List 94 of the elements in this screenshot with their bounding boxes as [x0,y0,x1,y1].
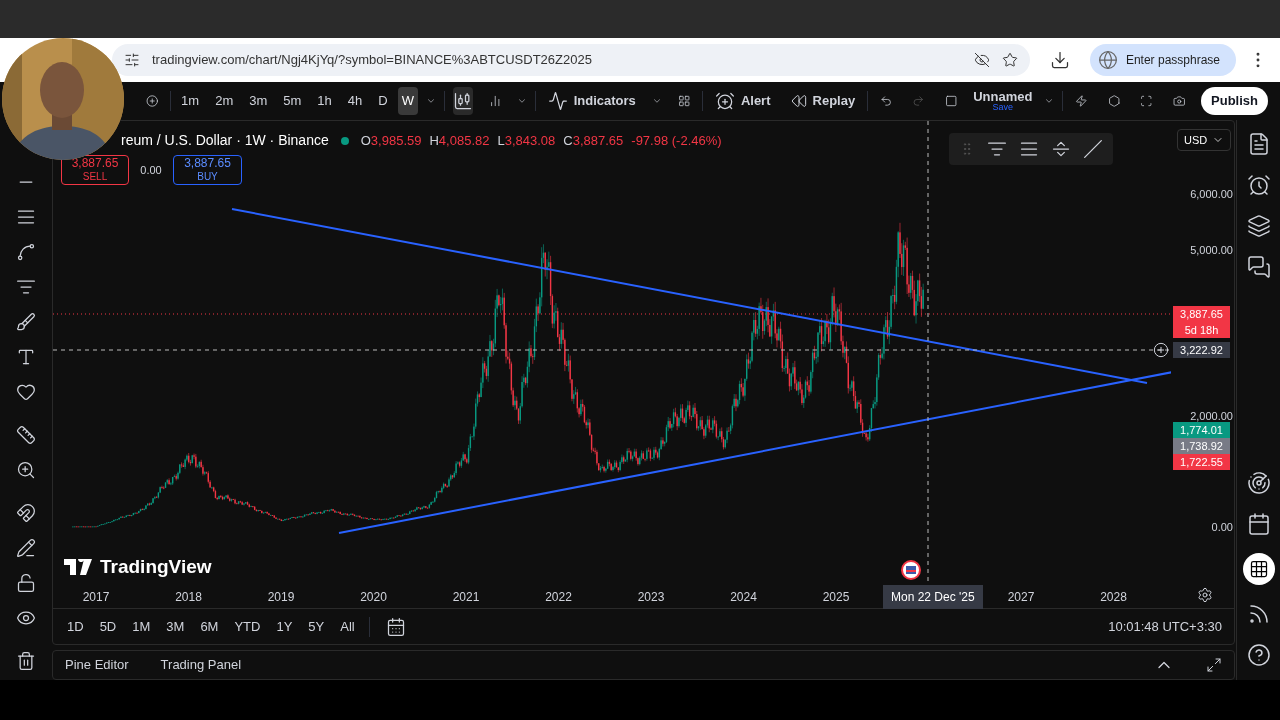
apps-button[interactable] [1242,553,1275,585]
globe-icon [1097,50,1118,70]
pattern-icon[interactable] [16,242,36,262]
trend-line[interactable] [231,208,1148,384]
brush-icon[interactable] [16,312,36,332]
interval-button[interactable]: W [397,87,418,115]
interval-button[interactable]: D [372,87,394,115]
time-label: 2017 [82,589,110,606]
panel-tab[interactable]: Pine Editor [65,655,129,675]
currency-select[interactable]: USD [1177,129,1231,151]
time-label: 2023 [637,589,665,606]
calendar-icon[interactable] [1246,512,1271,536]
pencil-icon[interactable] [16,538,36,558]
indicators-button[interactable]: Indicators [539,91,644,111]
range-button[interactable]: All [334,616,361,637]
bookmark-star-icon[interactable] [1001,52,1018,68]
time-label: 2019 [267,589,295,606]
layers-icon[interactable] [1246,214,1271,238]
trend-line-icon[interactable] [1083,139,1103,159]
time-label: 2028 [1100,589,1127,606]
publish-button[interactable]: Publish [1201,87,1268,115]
change-value: -97.98 (-2.46%) [631,131,722,150]
range-button[interactable]: 1Y [270,616,299,637]
site-settings-icon[interactable] [124,52,140,68]
interval-button[interactable]: 1m [175,87,206,115]
ohlc-value: L3,843.08 [497,131,556,150]
interval-button[interactable]: 1h [311,87,338,115]
maximize-icon[interactable] [1206,657,1222,673]
alarm-clock-icon[interactable] [1246,173,1271,197]
price-badge: 1,774.01 [1173,422,1230,438]
interval-button[interactable]: 4h [341,87,369,115]
spread-value: 0.00 [139,162,163,178]
zoom-in-icon[interactable] [16,460,36,480]
time-label: 2021 [452,589,480,606]
price-badge: 1,738.92 [1173,438,1230,454]
alert-button[interactable]: Alert [706,91,779,111]
eye-off-icon[interactable] [973,52,990,68]
magnet-icon[interactable] [16,503,36,523]
download-icon[interactable] [1049,50,1070,70]
range-button[interactable]: 3M [160,616,191,637]
interval-button[interactable]: 5m [277,87,308,115]
calendar-icon[interactable] [385,616,406,637]
add-alert-icon[interactable] [1153,342,1169,358]
clock-text: 10:01:48 UTC+3:30 [1108,617,1222,636]
range-button[interactable]: 5Y [302,616,331,637]
price-badge: 3,887.65 5d 18h [1173,306,1230,338]
trash-icon[interactable] [16,651,36,671]
heart-icon[interactable] [16,382,36,402]
profile-button[interactable]: Enter passphrase [1089,44,1236,76]
range-button[interactable]: 6M [194,616,225,637]
time-label: 2022 [545,589,572,606]
settings-icon[interactable] [1197,587,1213,603]
ohlc-value: H4,085.82 [429,131,490,150]
text-icon[interactable] [16,347,36,367]
range-button[interactable]: 1D [61,616,90,637]
price-label: 6,000.00 [1189,187,1233,201]
price-label: 2,000.00 [1189,409,1233,423]
tradingview-logo-icon [64,559,94,576]
ruler-icon[interactable] [16,425,36,445]
ohlc-value: O3,985.59 [360,131,422,150]
price-label: 0.00 [1210,520,1233,534]
crosshair-time-label: Mon 22 Dec '25 [883,585,983,609]
unlock-icon[interactable] [16,573,36,593]
replay-button[interactable]: Replay [782,91,864,111]
url-text: tradingview.com/chart/Ngj4KjYq/?symbol=BINANCE%3ABTCUSDT26Z2025 [152,51,593,70]
buy-button[interactable]: 3,887.65 BUY [173,155,242,185]
grid-icon [1248,559,1269,579]
trend-line[interactable] [338,371,1171,534]
symbol-title[interactable]: reum / U.S. Dollar · 1W · Binance [121,130,329,151]
rewind-icon [790,93,807,109]
help-icon[interactable] [1246,643,1271,667]
alarm-clock-icon [714,91,735,111]
time-label: 2020 [360,589,387,606]
time-label: 2024 [730,589,757,606]
interval-button[interactable]: 3m [243,87,274,115]
range-button[interactable]: 5D [93,616,123,637]
range-button[interactable]: 1M [126,616,157,637]
panel-tab[interactable]: Trading Panel [160,655,242,675]
price-label: 5,000.00 [1189,242,1233,257]
time-label: 2027 [1007,589,1035,606]
layout-name-button[interactable]: Unnamed Save [969,90,1037,112]
price-badge: 1,722.55 [1173,454,1230,470]
time-label: 2018 [175,589,202,606]
interval-button[interactable]: 2m [209,87,240,115]
indicators-icon [547,91,568,111]
time-label: 2025 [822,589,850,606]
price-badge: 3,222.92 [1173,342,1230,358]
ohlc-value: C3,887.65 [563,131,624,150]
address-bar[interactable]: tradingview.com/chart/Ngj4KjYq/?symbol=BINANCE%3ABTCUSDT26Z2025 [112,44,1030,76]
range-button[interactable]: YTD [228,616,267,637]
radar-icon[interactable] [1246,471,1271,495]
logo-text: TradingView [100,555,212,579]
chat-icon[interactable] [1246,255,1271,279]
flag-icon[interactable] [901,560,921,580]
